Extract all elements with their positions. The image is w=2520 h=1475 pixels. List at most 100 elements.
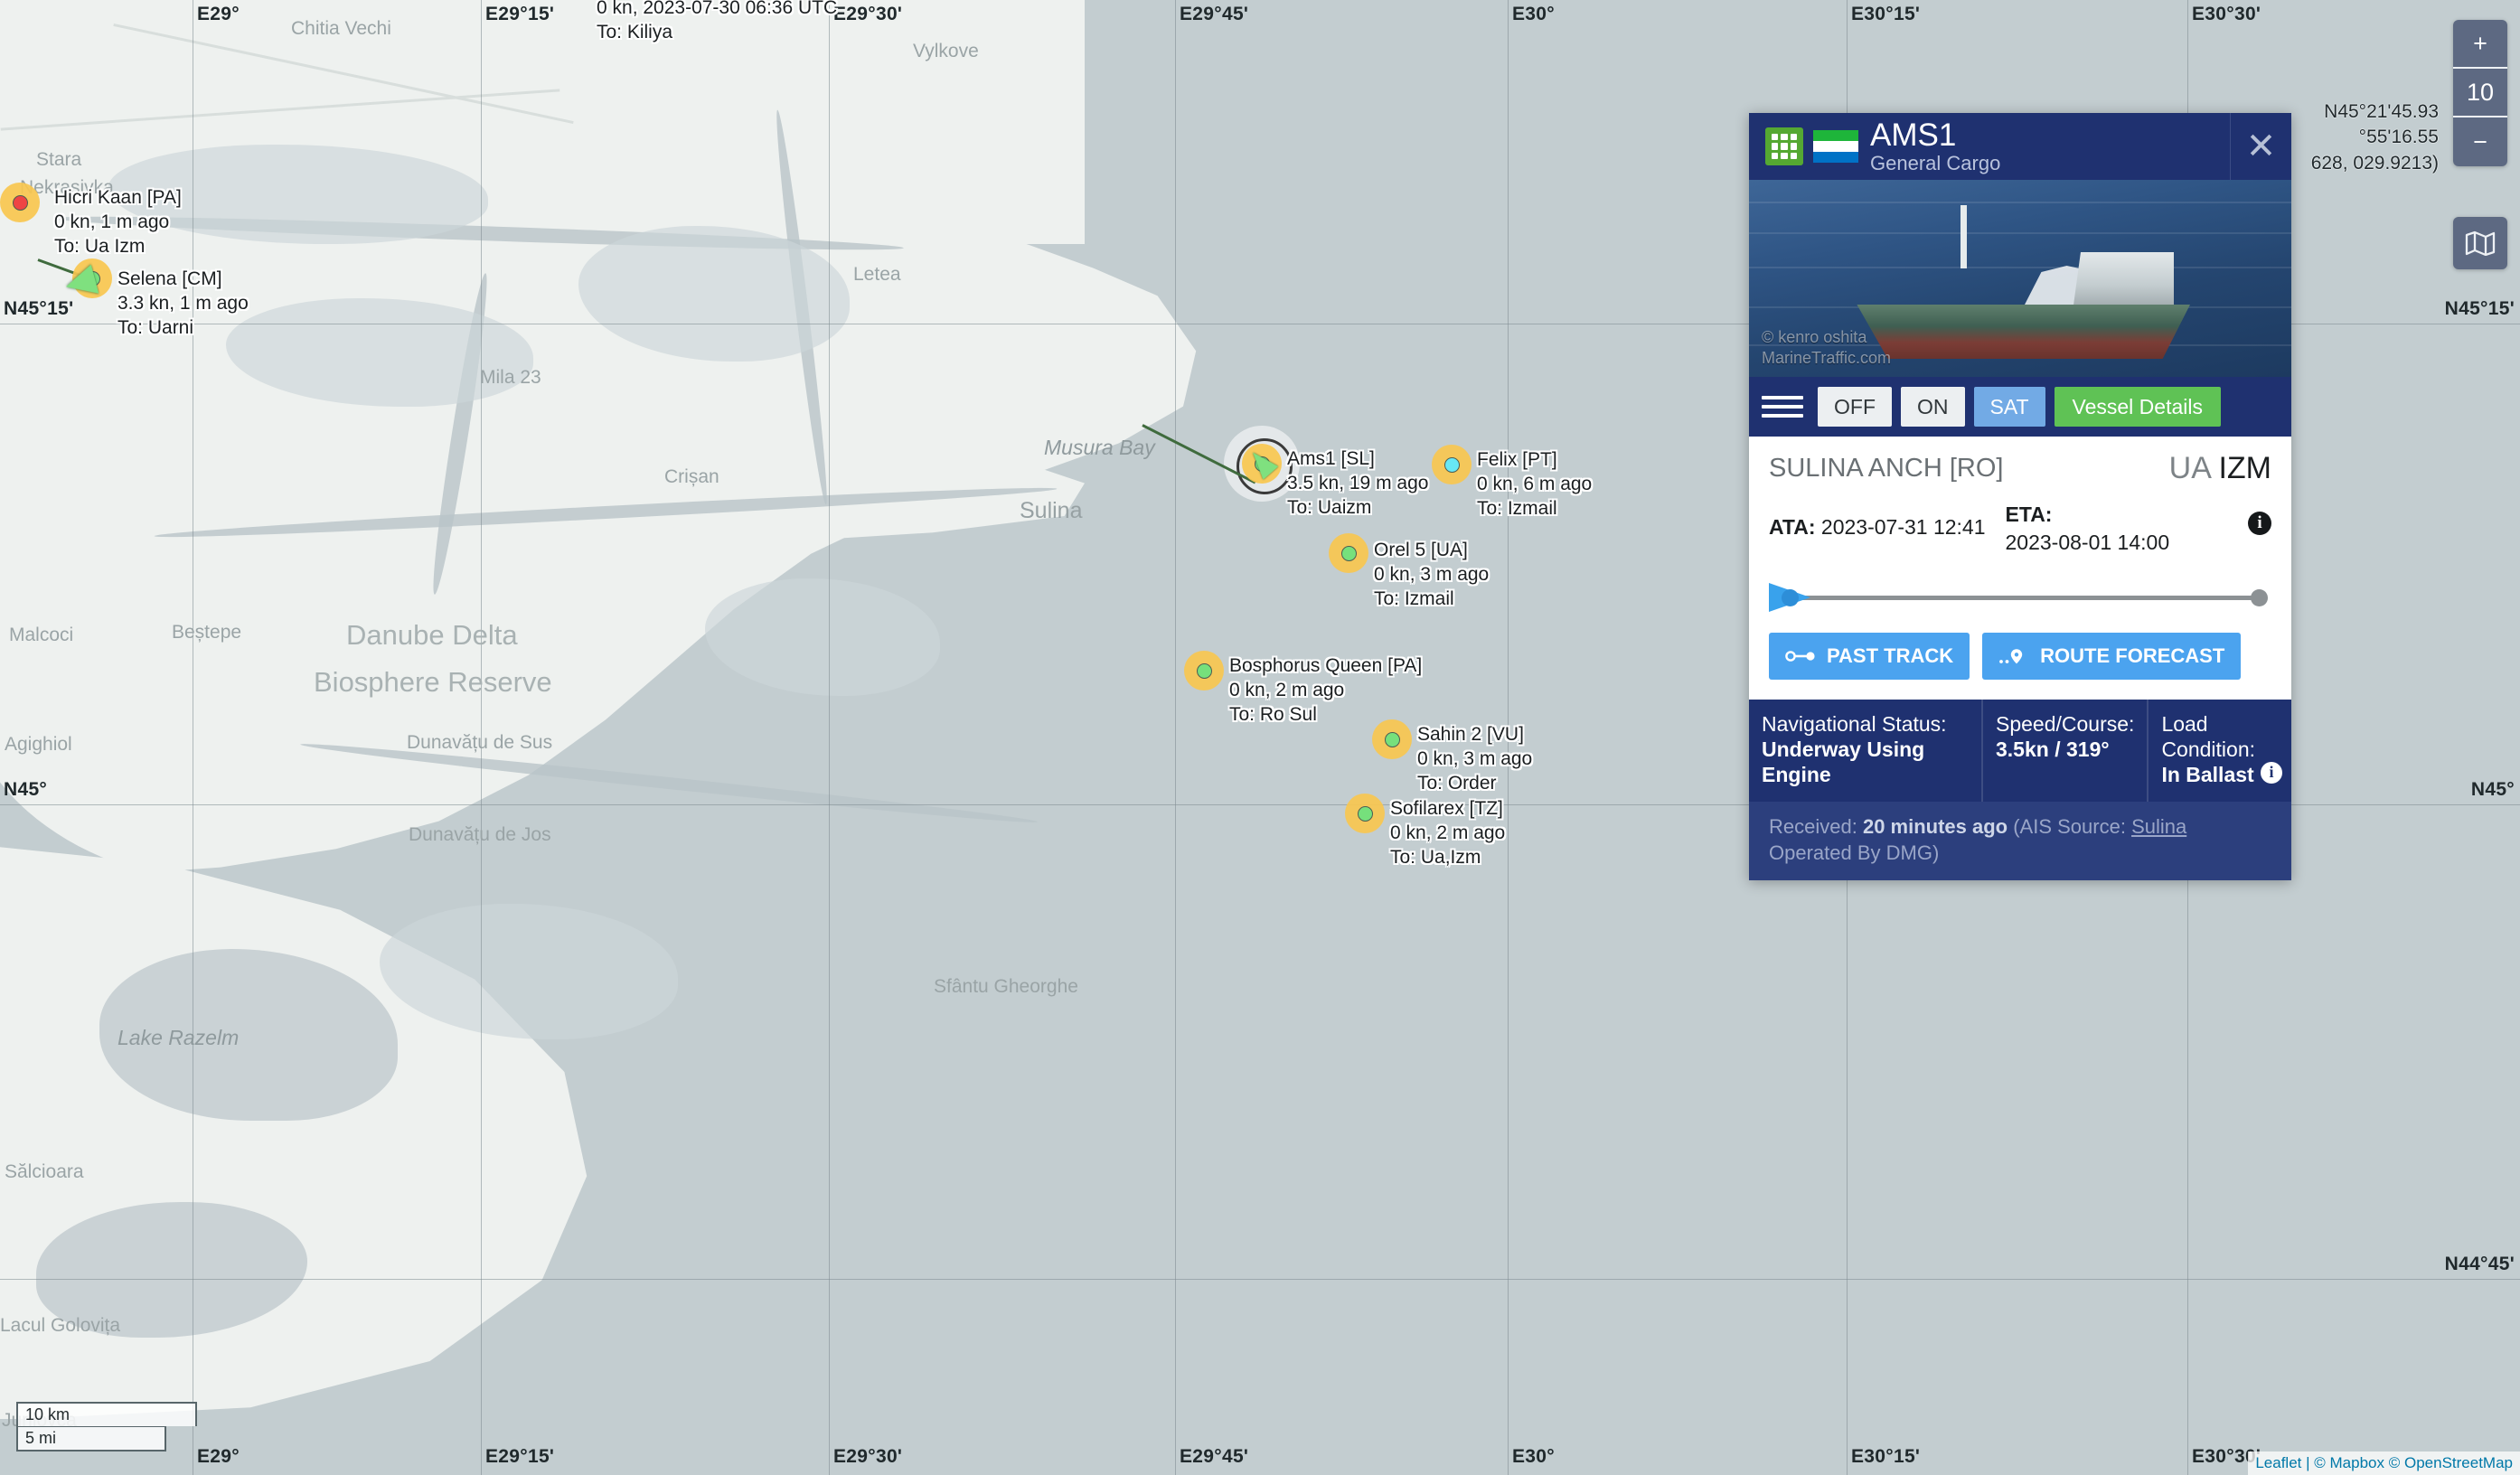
vessel-label-name: Bosphorus Queen [PA] bbox=[1229, 655, 1423, 676]
grid-label-left-1: N45° bbox=[4, 779, 48, 800]
grid-label-top-5: E30°15' bbox=[1851, 4, 1921, 24]
vessel-stats-row: Navigational Status: Underway Using Engi… bbox=[1749, 698, 2291, 803]
gridline-e2915 bbox=[481, 0, 482, 1475]
vessel-dot-icon[interactable] bbox=[1444, 457, 1460, 473]
route-forecast-pin-icon bbox=[1998, 647, 2029, 665]
menu-hamburger-icon[interactable] bbox=[1762, 389, 1803, 425]
past-track-button[interactable]: PAST TRACK bbox=[1769, 633, 1970, 681]
close-icon[interactable]: ✕ bbox=[2230, 113, 2291, 180]
coord-line-1: N45°21'45.93 bbox=[2324, 101, 2439, 122]
vessel-label-speed: 0 kn, 2 m ago bbox=[1390, 822, 1506, 843]
vessel-label-destination: To: Uaizm bbox=[1287, 496, 1372, 518]
vessel-label-name: Sahin 2 [VU] bbox=[1417, 724, 1524, 745]
port-row: SULINA ANCH [RO] UA IZM bbox=[1749, 437, 2291, 492]
panel-toolbar[interactable]: OFF ON SAT Vessel Details bbox=[1749, 377, 2291, 437]
vessel-dot-icon[interactable] bbox=[1341, 546, 1357, 561]
vessel-photo-ship bbox=[1847, 205, 2190, 359]
origin-port[interactable]: SULINA ANCH [RO] bbox=[1769, 454, 2003, 484]
vessel-info-panel[interactable]: AMS1 General Cargo ✕ © kenro oshita Mari… bbox=[1749, 113, 2291, 881]
ata-label: ATA: bbox=[1769, 515, 1816, 539]
grid-label-right-1: N45° bbox=[2470, 779, 2515, 800]
vessel-label-destination: To: Uarni bbox=[118, 316, 194, 338]
vessel-name: AMS1 bbox=[1870, 117, 1957, 154]
grid-label-top-3: E29°45' bbox=[1180, 4, 1249, 24]
speed-value: 3.5kn / 319° bbox=[1996, 738, 2110, 762]
photo-credit-line-1: © kenro oshita bbox=[1762, 328, 1867, 346]
route-forecast-button[interactable]: ROUTE FORECAST bbox=[1982, 633, 2242, 681]
route-forecast-label: ROUTE FORECAST bbox=[2040, 644, 2225, 668]
vessel-details-button[interactable]: Vessel Details bbox=[2054, 386, 2221, 427]
zoom-in-button[interactable]: + bbox=[2453, 20, 2507, 69]
vessel-label-name: Sofilarex [TZ] bbox=[1390, 798, 1503, 819]
eta-info-icon[interactable]: i bbox=[2248, 512, 2271, 535]
speed-label: Speed/Course: bbox=[1996, 712, 2135, 737]
eta-label: ETA: bbox=[2005, 503, 2053, 526]
eta-row: ATA: 2023-07-31 12:41 ETA: 2023-08-01 14… bbox=[1749, 492, 2291, 557]
track-sat-button[interactable]: SAT bbox=[1973, 386, 2045, 427]
clipped-vessel-label: 0 kn, 2023-07-30 06:36 UTC To: Kiliya bbox=[597, 0, 837, 45]
grid-label-right-2: N44°45' bbox=[2444, 1254, 2515, 1274]
vessel-label-name: Ams1 [SL] bbox=[1287, 448, 1375, 469]
progress-track bbox=[1796, 596, 2261, 601]
vessel-dot-icon[interactable] bbox=[1385, 732, 1400, 747]
attribution-leaflet-link[interactable]: Leaflet bbox=[2255, 1454, 2301, 1471]
progress-destination-dot bbox=[2251, 589, 2268, 607]
attribution-osm-link[interactable]: © OpenStreetMap bbox=[2389, 1454, 2513, 1471]
clipped-label-line1: 0 kn, 2023-07-30 06:36 UTC bbox=[597, 0, 838, 18]
ata-block: ATA: 2023-07-31 12:41 bbox=[1769, 501, 1986, 540]
grid-label-top-6: E30°30' bbox=[2192, 4, 2261, 24]
vessel-label: Orel 5 [UA] 0 kn, 3 m ago To: Izmail bbox=[1374, 539, 1489, 612]
vessel-label-destination: To: Izmail bbox=[1374, 587, 1454, 609]
place-label: Sfântu Gheorghe bbox=[934, 976, 1078, 997]
vessel-dot-icon[interactable] bbox=[13, 195, 28, 211]
vessel-label-name: Felix [PT] bbox=[1477, 449, 1557, 470]
destination-port[interactable]: UA IZM bbox=[2169, 451, 2271, 486]
marsh-d bbox=[705, 578, 940, 696]
eta-block: ETA: 2023-08-01 14:00 bbox=[2006, 501, 2170, 557]
coordinate-readout: N45°21'45.93 °55'16.55 628, 029.9213) bbox=[2311, 99, 2439, 176]
attribution-mapbox-link[interactable]: © Mapbox bbox=[2314, 1454, 2384, 1471]
track-on-button[interactable]: ON bbox=[1901, 386, 1965, 427]
voyage-progress-bar[interactable] bbox=[1769, 577, 2271, 618]
track-off-button[interactable]: OFF bbox=[1818, 386, 1892, 427]
sierra-leone-flag-icon bbox=[1813, 130, 1858, 163]
load-condition-info-icon[interactable]: i bbox=[2261, 762, 2282, 784]
received-prefix: Received: bbox=[1769, 815, 1863, 839]
vessel-label: Selena [CM] 3.3 kn, 1 m ago To: Uarni bbox=[118, 268, 249, 341]
grid-label-bottom-0: E29° bbox=[197, 1446, 240, 1467]
progress-current-position-dot bbox=[1782, 589, 1799, 607]
zoom-out-button[interactable]: − bbox=[2453, 117, 2507, 166]
vessel-label: Sahin 2 [VU] 0 kn, 3 m ago To: Order bbox=[1417, 723, 1532, 796]
zoom-level-display: 10 bbox=[2453, 69, 2507, 117]
vessel-label: Sofilarex [TZ] 0 kn, 2 m ago To: Ua,Izm bbox=[1390, 797, 1505, 870]
vessel-dot-icon[interactable] bbox=[1197, 663, 1212, 679]
grid-label-bottom-2: E29°30' bbox=[833, 1446, 903, 1467]
destination-port-code: IZM bbox=[2218, 451, 2271, 485]
vessel-label-destination: To: Order bbox=[1417, 772, 1497, 794]
nav-status-value: Underway Using Engine bbox=[1762, 738, 1925, 787]
map-layers-icon bbox=[2465, 230, 2496, 256]
action-row[interactable]: PAST TRACK ROUTE FORECAST bbox=[1749, 618, 2291, 698]
apps-grid-icon[interactable] bbox=[1765, 127, 1803, 165]
map-attribution: Leaflet | © Mapbox © OpenStreetMap bbox=[2248, 1452, 2520, 1475]
vessel-label-speed: 0 kn, 3 m ago bbox=[1374, 563, 1490, 585]
vessel-dot-icon[interactable] bbox=[1358, 806, 1373, 822]
destination-country: UA bbox=[2168, 451, 2210, 485]
coord-line-2: °55'16.55 bbox=[2358, 127, 2439, 148]
gridline-e2945 bbox=[1175, 0, 1176, 1475]
vessel-label-name: Hicri Kaan [PA] bbox=[54, 187, 182, 208]
place-label: Dunavățu de Jos bbox=[409, 824, 551, 845]
map-layers-button[interactable] bbox=[2453, 217, 2507, 269]
scale-metric: 10 km bbox=[16, 1402, 197, 1426]
load-label: Load Condition: bbox=[2161, 712, 2256, 762]
zoom-controls[interactable]: + 10 − bbox=[2453, 20, 2507, 166]
grid-label-top-0: E29° bbox=[197, 4, 240, 24]
vessel-label-destination: To: Ua,Izm bbox=[1390, 846, 1481, 868]
clipped-label-line2: To: Kiliya bbox=[597, 21, 673, 42]
vessel-label-speed: 0 kn, 6 m ago bbox=[1477, 473, 1593, 494]
ais-source-link[interactable]: Sulina bbox=[2131, 815, 2186, 838]
scale-imperial: 5 mi bbox=[16, 1426, 166, 1452]
vessel-title-block: AMS1 General Cargo bbox=[1870, 117, 2000, 174]
past-track-icon bbox=[1785, 649, 1816, 663]
vessel-label-speed: 0 kn, 1 m ago bbox=[54, 211, 170, 232]
